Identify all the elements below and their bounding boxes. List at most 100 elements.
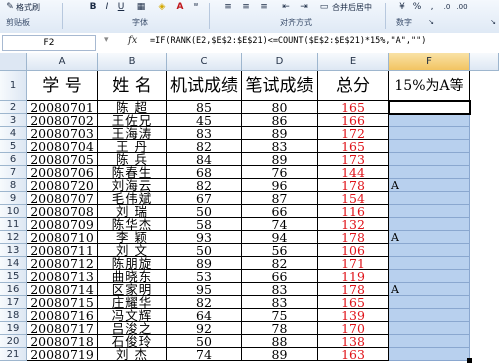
grade-cell[interactable] (389, 153, 470, 166)
row-header-14[interactable]: 14 (0, 257, 27, 270)
written-score-cell[interactable]: 86 (242, 114, 318, 127)
student-id-cell[interactable]: 20080711 (27, 244, 98, 257)
student-id-cell[interactable]: 20080715 (27, 296, 98, 309)
name-cell[interactable]: 王佐兄 (98, 114, 167, 127)
student-id-cell[interactable]: 20080720 (27, 179, 98, 192)
student-id-cell[interactable]: 20080708 (27, 205, 98, 218)
row-header-3[interactable]: 3 (0, 114, 27, 127)
percent-button[interactable]: % (411, 2, 423, 12)
name-cell[interactable]: 庄耀华 (98, 296, 167, 309)
computer-score-cell[interactable]: 67 (167, 192, 242, 205)
name-cell[interactable]: 吕浚之 (98, 322, 167, 335)
formula-input[interactable]: =IF(RANK(E2,$E$2:$E$21)<=COUNT($E$2:$E$2… (150, 36, 426, 46)
written-score-cell[interactable]: 74 (242, 218, 318, 231)
borders-icon[interactable]: ▦ (135, 2, 147, 12)
written-score-cell[interactable]: 87 (242, 192, 318, 205)
header-cell-written-score[interactable]: 笔试成绩 (242, 71, 318, 101)
decrease-decimal-icon[interactable]: .00 (456, 2, 468, 12)
computer-score-cell[interactable]: 92 (167, 322, 242, 335)
student-id-cell[interactable]: 20080719 (27, 348, 98, 361)
total-score-cell[interactable]: 166 (318, 114, 389, 127)
student-id-cell[interactable]: 20080703 (27, 127, 98, 140)
total-score-cell[interactable]: 178 (318, 231, 389, 244)
grade-cell[interactable] (389, 192, 470, 205)
computer-score-cell[interactable]: 93 (167, 231, 242, 244)
grade-cell[interactable] (389, 335, 470, 348)
total-score-cell[interactable]: 119 (318, 270, 389, 283)
header-cell-total[interactable]: 总分 (318, 71, 389, 101)
row-header-19[interactable]: 19 (0, 322, 27, 335)
grade-cell[interactable] (389, 114, 470, 127)
name-cell[interactable]: 陈 兵 (98, 153, 167, 166)
increase-indent-icon[interactable]: ⇥ (298, 2, 310, 12)
total-score-cell[interactable]: 139 (318, 309, 389, 322)
computer-score-cell[interactable]: 83 (167, 127, 242, 140)
written-score-cell[interactable]: 56 (242, 244, 318, 257)
grade-cell[interactable] (389, 140, 470, 153)
written-score-cell[interactable]: 66 (242, 205, 318, 218)
computer-score-cell[interactable]: 50 (167, 244, 242, 257)
total-score-cell[interactable]: 172 (318, 127, 389, 140)
grade-cell[interactable]: A (389, 283, 470, 296)
total-score-cell[interactable]: 106 (318, 244, 389, 257)
written-score-cell[interactable]: 78 (242, 322, 318, 335)
computer-score-cell[interactable]: 50 (167, 205, 242, 218)
written-score-cell[interactable]: 82 (242, 257, 318, 270)
column-header-a[interactable]: A (27, 53, 98, 71)
increase-decimal-icon[interactable]: .0 (441, 2, 453, 12)
row-header-5[interactable]: 5 (0, 140, 27, 153)
phonetic-icon[interactable]: ʷ (190, 2, 202, 12)
student-id-cell[interactable]: 20080716 (27, 309, 98, 322)
total-score-cell[interactable]: 165 (318, 140, 389, 153)
row-header-18[interactable]: 18 (0, 309, 27, 322)
grade-cell[interactable] (389, 127, 470, 140)
row-header-16[interactable]: 16 (0, 283, 27, 296)
row-header-7[interactable]: 7 (0, 166, 27, 179)
name-cell[interactable]: 王 丹 (98, 140, 167, 153)
total-score-cell[interactable]: 132 (318, 218, 389, 231)
total-score-cell[interactable]: 116 (318, 205, 389, 218)
name-cell[interactable]: 曲晓东 (98, 270, 167, 283)
grade-cell[interactable] (389, 309, 470, 322)
name-cell[interactable]: 刘 瑞 (98, 205, 167, 218)
student-id-cell[interactable]: 20080712 (27, 257, 98, 270)
merge-center-button[interactable]: 合并后居中 (332, 2, 372, 13)
student-id-cell[interactable]: 20080714 (27, 283, 98, 296)
computer-score-cell[interactable]: 53 (167, 270, 242, 283)
format-painter-icon[interactable]: ✎ (4, 2, 16, 12)
row-header-9[interactable]: 9 (0, 192, 27, 205)
row-header-11[interactable]: 11 (0, 218, 27, 231)
total-score-cell[interactable]: 165 (318, 296, 389, 309)
underline-button[interactable]: U (115, 2, 127, 12)
name-cell[interactable]: 石俊玲 (98, 335, 167, 348)
row-header-12[interactable]: 12 (0, 231, 27, 244)
name-cell[interactable]: 陈华杰 (98, 218, 167, 231)
grade-cell[interactable] (389, 270, 470, 283)
column-header-f[interactable]: F (389, 53, 470, 71)
total-score-cell[interactable]: 144 (318, 166, 389, 179)
written-score-cell[interactable]: 88 (242, 335, 318, 348)
computer-score-cell[interactable]: 82 (167, 140, 242, 153)
written-score-cell[interactable]: 83 (242, 296, 318, 309)
column-header-e[interactable]: E (318, 53, 389, 71)
student-id-cell[interactable]: 20080709 (27, 218, 98, 231)
grade-cell[interactable] (389, 218, 470, 231)
header-cell-computer-score[interactable]: 机试成绩 (167, 71, 242, 101)
total-score-cell[interactable]: 163 (318, 348, 389, 361)
grade-cell[interactable] (389, 244, 470, 257)
computer-score-cell[interactable]: 84 (167, 153, 242, 166)
written-score-cell[interactable]: 89 (242, 127, 318, 140)
dialog-launcher-icon[interactable]: ↘ (487, 17, 499, 27)
row-header-21[interactable]: 21 (0, 348, 27, 361)
dialog-launcher-icon[interactable]: ↘ (425, 17, 437, 27)
written-score-cell[interactable]: 96 (242, 179, 318, 192)
column-header-c[interactable]: C (167, 53, 242, 71)
computer-score-cell[interactable]: 85 (167, 101, 242, 114)
row-header-8[interactable]: 8 (0, 179, 27, 192)
written-score-cell[interactable]: 94 (242, 231, 318, 244)
computer-score-cell[interactable]: 82 (167, 179, 242, 192)
row-header-15[interactable]: 15 (0, 270, 27, 283)
student-id-cell[interactable]: 20080717 (27, 322, 98, 335)
grade-cell[interactable] (389, 296, 470, 309)
fill-color-icon[interactable]: ◈ (156, 2, 168, 12)
